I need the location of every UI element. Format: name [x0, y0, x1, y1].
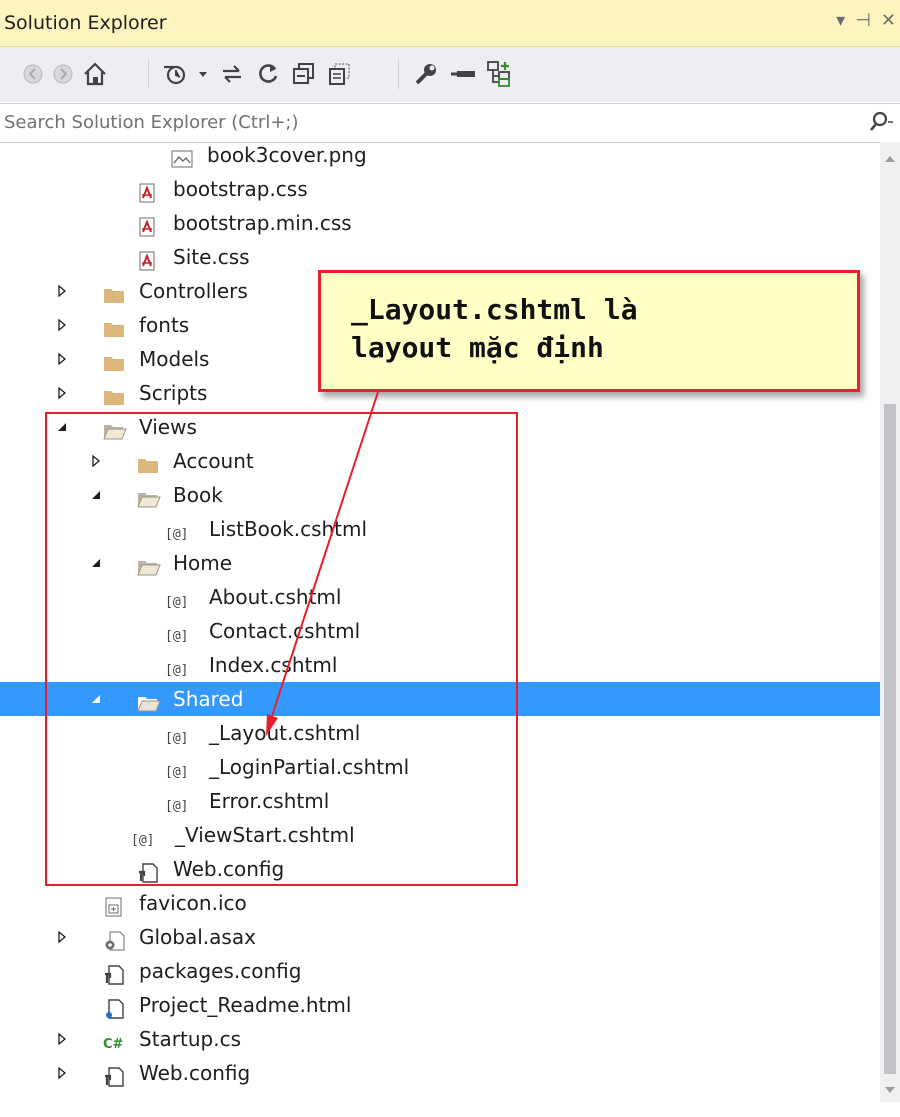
pin-icon[interactable]: ⊣ — [855, 10, 871, 31]
folder-icon — [103, 383, 127, 405]
tree-item[interactable]: favicon.ico — [0, 886, 880, 920]
asax-file-icon — [103, 927, 127, 951]
back-icon[interactable] — [20, 55, 46, 93]
collapsed-triangle-icon[interactable] — [54, 342, 70, 376]
css-file-icon — [137, 247, 161, 271]
toolbar — [0, 47, 900, 102]
tree-item-label: fonts — [139, 313, 190, 337]
toolbar-separator — [398, 59, 399, 89]
pending-changes-icon[interactable] — [160, 55, 190, 93]
collapsed-triangle-icon[interactable] — [54, 1022, 70, 1056]
collapsed-triangle-icon[interactable] — [54, 376, 70, 410]
annotation-callout: _Layout.cshtml là layout mặc định — [318, 270, 860, 392]
folder-icon — [103, 281, 127, 303]
tree-item-label: bootstrap.css — [173, 177, 308, 201]
tree-item-label: Project_Readme.html — [139, 993, 352, 1017]
image-file-icon — [171, 145, 195, 168]
ico-file-icon — [103, 893, 127, 917]
collapsed-triangle-icon[interactable] — [54, 274, 70, 308]
tree-item[interactable]: book3cover.png — [0, 138, 880, 172]
html-file-icon — [103, 995, 127, 1019]
tree-item[interactable]: bootstrap.css — [0, 172, 880, 206]
collapsed-triangle-icon[interactable] — [54, 308, 70, 342]
properties-icon[interactable] — [412, 55, 440, 93]
css-file-icon — [137, 179, 161, 203]
tree-item-label: bootstrap.min.css — [173, 211, 352, 235]
tree-item-label: Startup.cs — [139, 1027, 242, 1051]
collapsed-triangle-icon[interactable] — [54, 920, 70, 954]
tree-item-label: Models — [139, 347, 210, 371]
dropdown-arrow-icon[interactable] — [196, 55, 210, 93]
toolbar-separator — [148, 59, 149, 89]
collapse-all-icon[interactable] — [290, 55, 318, 93]
tree-item[interactable]: packages.config — [0, 954, 880, 988]
vertical-scrollbar[interactable] — [880, 142, 900, 1102]
show-all-files-icon[interactable] — [326, 55, 354, 93]
folder-icon — [103, 315, 127, 337]
tree-item-label: Site.css — [173, 245, 250, 269]
tree-item[interactable]: Global.asax — [0, 920, 880, 954]
forward-icon[interactable] — [50, 55, 76, 93]
csharp-file-icon: C# — [103, 1029, 127, 1052]
search-icon[interactable] — [868, 110, 894, 138]
search-input[interactable]: Search Solution Explorer (Ctrl+;) — [4, 112, 299, 133]
tree-item[interactable]: C# Startup.cs — [0, 1022, 880, 1056]
highlight-box — [45, 412, 518, 886]
tree-item-label: book3cover.png — [207, 143, 367, 167]
tree-item-label: Global.asax — [139, 925, 256, 949]
refresh-icon[interactable] — [254, 55, 282, 93]
window-title: Solution Explorer — [4, 12, 167, 34]
tree-item-label: Scripts — [139, 381, 208, 405]
scrollbar-thumb[interactable] — [884, 404, 896, 1074]
window-controls: ▾ ⊣ ✕ — [836, 10, 896, 31]
bottom-edge — [0, 1102, 900, 1117]
css-file-icon — [137, 213, 161, 237]
close-icon[interactable]: ✕ — [881, 10, 896, 31]
dropdown-icon[interactable]: ▾ — [836, 10, 845, 31]
tree-item[interactable]: Site.css — [0, 240, 880, 274]
scroll-up-icon[interactable] — [885, 156, 895, 162]
home-icon[interactable] — [80, 55, 110, 93]
scroll-down-icon[interactable] — [885, 1087, 895, 1093]
tree-item-label: favicon.ico — [139, 891, 247, 915]
tree-item[interactable]: bootstrap.min.css — [0, 206, 880, 240]
class-view-icon[interactable] — [484, 55, 514, 93]
folder-icon — [103, 349, 127, 371]
tree-item-label: Web.config — [139, 1061, 251, 1085]
annotation-text: _Layout.cshtml là layout mặc định — [351, 291, 638, 367]
svg-text:C#: C# — [103, 1037, 124, 1052]
collapsed-triangle-icon[interactable] — [54, 1056, 70, 1090]
search-box[interactable]: Search Solution Explorer (Ctrl+;) — [0, 103, 900, 143]
annotation-line-2: layout mặc định — [351, 331, 604, 364]
tree-item-label: packages.config — [139, 959, 302, 983]
config-file-icon — [103, 961, 127, 985]
preview-icon[interactable] — [448, 55, 478, 93]
annotation-line-1: _Layout.cshtml là — [351, 293, 638, 326]
tree-item[interactable]: Web.config — [0, 1056, 880, 1090]
tree-item[interactable]: Project_Readme.html — [0, 988, 880, 1022]
sync-icon[interactable] — [218, 55, 246, 93]
title-bar: Solution Explorer ▾ ⊣ ✕ — [0, 0, 900, 47]
config-file-icon — [103, 1063, 127, 1087]
tree-item-label: Controllers — [139, 279, 248, 303]
